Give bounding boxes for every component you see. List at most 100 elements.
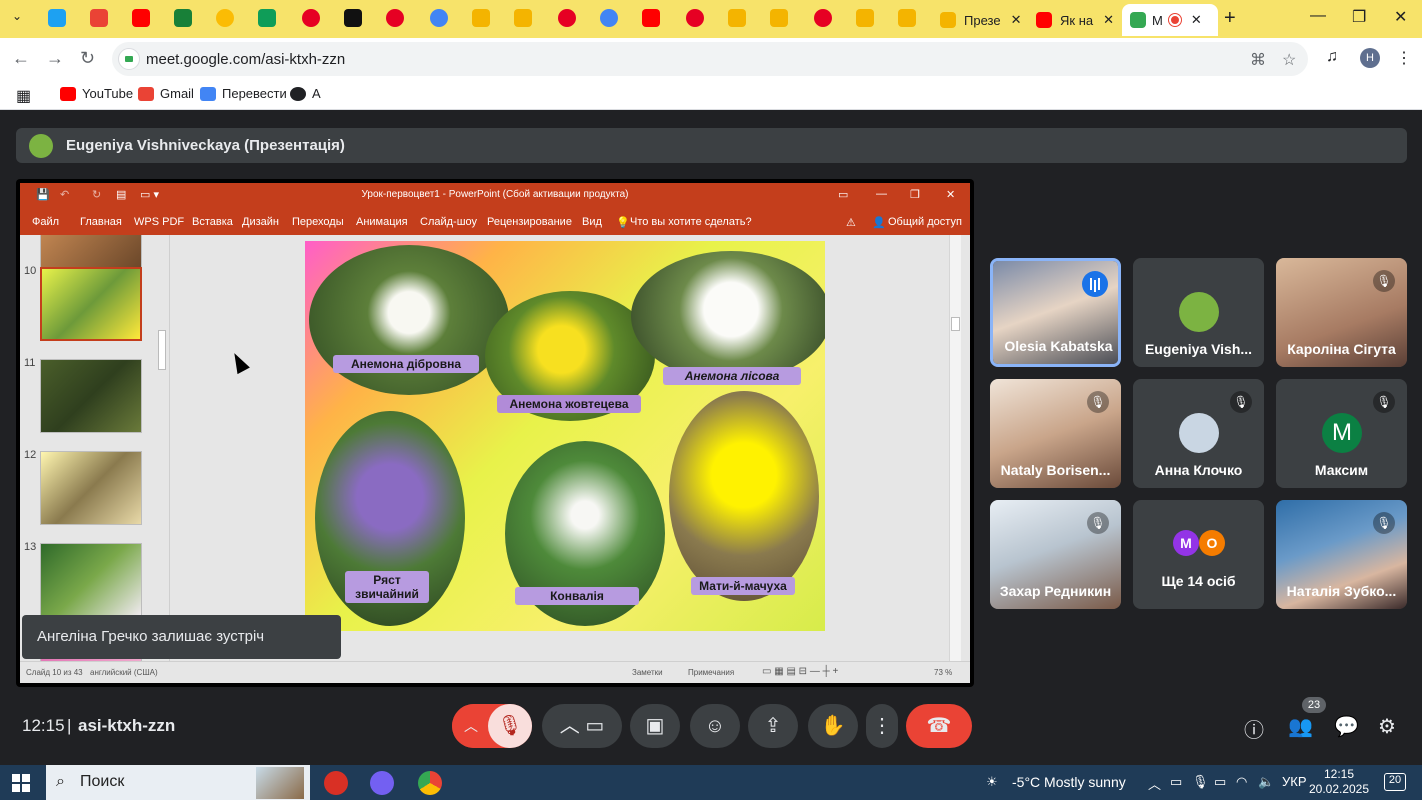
favicon-icon[interactable] (48, 9, 66, 27)
pinterest-favicon-icon[interactable] (558, 9, 576, 27)
present-button[interactable]: ⇪ (748, 704, 798, 748)
menu-icon[interactable]: ⋮ (1396, 48, 1412, 68)
youtube-icon (60, 86, 76, 101)
system-clock[interactable]: 12:15 20.02.2025 (1306, 767, 1372, 797)
network-icon[interactable]: ◠ (1236, 774, 1247, 790)
leave-call-button[interactable]: ☎ (906, 704, 972, 748)
speaking-indicator-icon (1082, 271, 1108, 297)
mic-options-chevron-icon[interactable]: ︿ (452, 704, 490, 748)
bookmark-youtube[interactable]: YouTube (60, 86, 133, 101)
participant-avatar: O (1199, 530, 1225, 556)
slide-thumbnail (40, 359, 142, 433)
bookmark-gmail[interactable]: Gmail (138, 86, 194, 101)
favicon-icon[interactable] (216, 9, 234, 27)
address-bar[interactable]: meet.google.com/asi-ktxh-zzn ⌘ ☆ (112, 42, 1308, 76)
meet-stage: Eugeniya Vishniveckaya (Презентація) 💾 ↶… (0, 111, 1422, 765)
bookmark-a[interactable]: A (290, 86, 321, 101)
ribbon-display-icon: ▭ (838, 189, 849, 201)
gmail-favicon-icon[interactable] (90, 9, 108, 27)
participant-tile[interactable]: M 🎙 Максим (1276, 379, 1407, 488)
pinterest-favicon-icon[interactable] (686, 9, 704, 27)
participant-tile[interactable]: 🎙 Захар Редникин (990, 500, 1121, 609)
captions-button[interactable]: ▣ (630, 704, 680, 748)
mic-tray-icon[interactable]: 🎙 (1192, 774, 1209, 790)
taskbar-search[interactable]: ⌕ Поиск (46, 765, 310, 800)
favicon-icon[interactable] (344, 9, 362, 27)
people-icon[interactable]: 👥 (1288, 714, 1313, 739)
site-info-icon[interactable] (118, 48, 140, 70)
battery-icon[interactable]: ▭ (1214, 774, 1226, 790)
participant-tile[interactable]: Eugeniya Vish... (1133, 258, 1264, 367)
favicon-icon[interactable] (856, 9, 874, 27)
wps-app-icon[interactable] (324, 771, 348, 795)
participant-tile[interactable]: 🎙 Анна Клочко (1133, 379, 1264, 488)
weather-icon[interactable]: ☀ (986, 774, 998, 790)
slide: Анемона дібровна Анемона жовтецева Анемо… (305, 241, 825, 631)
translate-icon[interactable]: ⌘ (1250, 50, 1266, 70)
more-options-button[interactable]: ⋮ (866, 704, 898, 748)
media-control-icon[interactable]: ♫ (1326, 48, 1338, 66)
chat-icon[interactable]: 💬 (1334, 714, 1359, 739)
pinterest-favicon-icon[interactable] (386, 9, 404, 27)
participant-tile[interactable]: 🎙 Nataly Borisen... (990, 379, 1121, 488)
favicon-icon[interactable] (514, 9, 532, 27)
youtube-favicon-icon (1036, 12, 1052, 28)
favicon-icon[interactable] (898, 9, 916, 27)
minimize-icon[interactable]: — (1310, 7, 1326, 25)
raise-hand-button[interactable]: ✋ (808, 704, 858, 748)
sheets-favicon-icon[interactable] (174, 9, 192, 27)
participant-name: Максим (1314, 462, 1369, 478)
tab-youtube[interactable]: Як на ✕ (1028, 4, 1122, 36)
translate-icon (200, 86, 216, 101)
close-icon[interactable]: ✕ (1103, 12, 1114, 28)
bookmark-star-icon[interactable]: ☆ (1282, 50, 1296, 70)
emoji-button[interactable]: ☺ (690, 704, 740, 748)
new-tab-button[interactable]: + (1224, 7, 1236, 30)
weather-text[interactable]: -5°C Mostly sunny (1012, 774, 1126, 790)
ribbon-tab: Вставка (192, 216, 233, 228)
participant-tile[interactable]: 🎙 Наталія Зубко... (1276, 500, 1407, 609)
mic-off-icon: 🎙 (1230, 391, 1252, 413)
close-icon[interactable]: ✕ (1011, 12, 1022, 28)
forward-icon[interactable]: → (46, 48, 64, 69)
favicon-icon[interactable] (728, 9, 746, 27)
bookmark-translate[interactable]: Перевести (200, 86, 287, 101)
shared-screen[interactable]: 💾 ↶ ↻ ▤ ▭ ▾ Урок-первоцвет1 - PowerPoint… (16, 179, 974, 687)
google-favicon-icon[interactable] (430, 9, 448, 27)
tab-search-icon[interactable]: ⌄ (12, 9, 22, 23)
close-window-icon[interactable]: ✕ (1394, 7, 1407, 27)
reload-icon[interactable]: ↻ (80, 48, 95, 69)
pinterest-favicon-icon[interactable] (302, 9, 320, 27)
ppt-close-icon: ✕ (946, 189, 956, 201)
camera-button[interactable]: ︿ ▭ (542, 704, 622, 748)
profile-avatar[interactable]: H (1360, 48, 1380, 68)
volume-icon[interactable]: 🔈 (1258, 774, 1274, 790)
pinterest-favicon-icon[interactable] (814, 9, 832, 27)
participant-tile[interactable]: 🎙 Кароліна Сігута (1276, 258, 1407, 367)
tab-meet[interactable]: М ✕ (1122, 4, 1218, 36)
plus-favicon-icon[interactable] (258, 9, 276, 27)
youtube-favicon-icon[interactable] (132, 9, 150, 27)
chrome-app-icon[interactable] (418, 771, 442, 795)
meet-tray-icon[interactable]: ▭ (1170, 774, 1182, 790)
youtube-favicon-icon[interactable] (642, 9, 660, 27)
windows-start-icon[interactable] (12, 774, 30, 792)
mic-off-button[interactable]: 🎙 (488, 704, 532, 748)
favicon-icon[interactable] (472, 9, 490, 27)
tab-presentation[interactable]: Презе ✕ (932, 4, 1029, 36)
meeting-info-icon[interactable]: ⓘ (1244, 714, 1264, 743)
favicon-icon[interactable] (770, 9, 788, 27)
apps-grid-icon[interactable]: ▦ (16, 86, 31, 106)
google-favicon-icon[interactable] (600, 9, 618, 27)
activities-icon[interactable]: ⚙ (1378, 714, 1396, 739)
viber-app-icon[interactable] (370, 771, 394, 795)
notification-center-icon[interactable]: 20 (1384, 773, 1406, 791)
tray-chevron-icon[interactable]: ︿ (1148, 774, 1161, 793)
back-icon[interactable]: ← (12, 48, 30, 69)
more-participants-tile[interactable]: M O Ще 14 осіб (1133, 500, 1264, 609)
maximize-icon[interactable]: ❐ (1352, 7, 1366, 27)
participant-name: Кароліна Сігута (1287, 341, 1396, 357)
participant-tile[interactable]: Olesia Kabatska (990, 258, 1121, 367)
language-indicator[interactable]: УКР (1282, 774, 1307, 789)
close-icon[interactable]: ✕ (1191, 12, 1202, 28)
